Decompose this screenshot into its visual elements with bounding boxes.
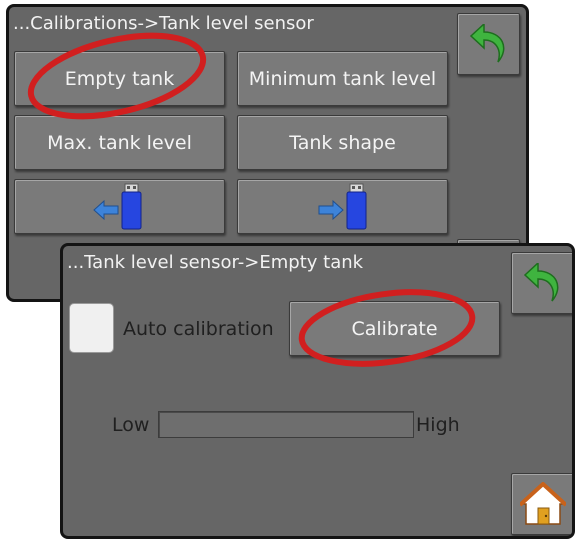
back-arrow-icon bbox=[469, 24, 504, 63]
tank-level-bar bbox=[158, 411, 414, 438]
tank-shape-button[interactable]: Tank shape bbox=[237, 115, 448, 170]
back-arrow-icon bbox=[523, 263, 558, 302]
empty-tank-screen: ...Tank level sensor->Empty tank Auto ca… bbox=[60, 243, 575, 539]
minimum-tank-level-button[interactable]: Minimum tank level bbox=[237, 51, 448, 106]
back-button[interactable] bbox=[511, 252, 572, 314]
calibrate-button[interactable]: Calibrate bbox=[289, 301, 500, 356]
usb-export-button[interactable] bbox=[237, 179, 448, 234]
auto-calibration-label: Auto calibration bbox=[123, 318, 274, 340]
back-button[interactable] bbox=[457, 13, 520, 75]
usb-import-icon bbox=[92, 183, 141, 229]
home-icon bbox=[519, 482, 566, 525]
auto-calibration-checkbox[interactable] bbox=[69, 303, 114, 353]
empty-tank-button[interactable]: Empty tank bbox=[14, 51, 225, 106]
max-tank-level-button[interactable]: Max. tank level bbox=[14, 115, 225, 170]
home-button[interactable] bbox=[511, 473, 572, 535]
level-low-label: Low bbox=[112, 414, 150, 436]
usb-export-icon bbox=[318, 183, 366, 229]
screen-title: ...Calibrations->Tank level sensor bbox=[13, 13, 314, 34]
screen-title: ...Tank level sensor->Empty tank bbox=[67, 252, 364, 273]
usb-import-button[interactable] bbox=[14, 179, 225, 234]
level-high-label: High bbox=[416, 414, 460, 436]
